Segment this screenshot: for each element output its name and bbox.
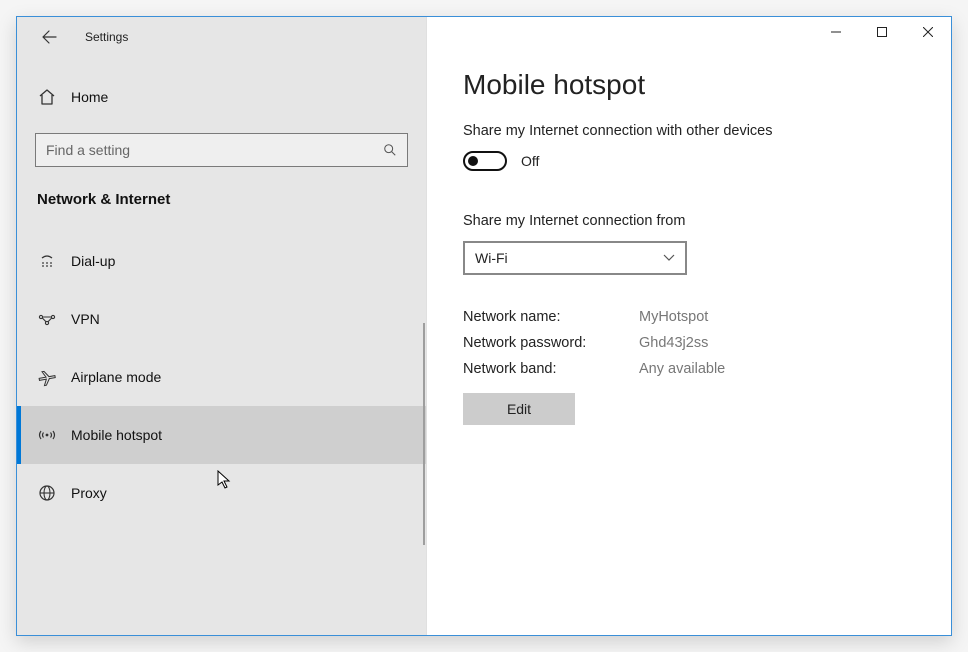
sidebar: Settings Home Network & Internet xyxy=(17,17,427,635)
password-label: Network password: xyxy=(463,335,639,351)
nav-list: Dial-up VPN xyxy=(17,232,426,522)
info-row-password: Network password: Ghd43j2ss xyxy=(463,335,951,351)
titlebar: Settings xyxy=(17,17,426,57)
scroll-indicator xyxy=(423,323,425,545)
network-info: Network name: MyHotspot Network password… xyxy=(463,309,951,425)
sidebar-item-mobile-hotspot[interactable]: Mobile hotspot xyxy=(17,406,426,464)
nav-label: Proxy xyxy=(71,485,107,501)
nav-label: VPN xyxy=(71,311,100,327)
dial-up-icon xyxy=(37,251,57,271)
edit-button[interactable]: Edit xyxy=(463,393,575,425)
sidebar-item-vpn[interactable]: VPN xyxy=(17,290,426,348)
sidebar-item-airplane-mode[interactable]: Airplane mode xyxy=(17,348,426,406)
info-row-band: Network band: Any available xyxy=(463,361,951,377)
band-value: Any available xyxy=(639,361,725,377)
home-icon xyxy=(37,87,57,107)
name-label: Network name: xyxy=(463,309,639,325)
nav-label: Mobile hotspot xyxy=(71,427,162,443)
password-value: Ghd43j2ss xyxy=(639,335,708,351)
proxy-icon xyxy=(37,483,57,503)
share-heading: Share my Internet connection with other … xyxy=(463,123,951,139)
share-toggle[interactable] xyxy=(463,151,507,171)
settings-window: Settings Home Network & Internet xyxy=(16,16,952,636)
vpn-icon xyxy=(37,309,57,329)
airplane-icon xyxy=(37,367,57,387)
minimize-icon xyxy=(831,27,841,37)
page-title: Mobile hotspot xyxy=(463,69,951,101)
search-icon xyxy=(383,143,397,157)
toggle-row: Off xyxy=(463,151,951,171)
back-button[interactable] xyxy=(39,27,59,47)
share-from-select[interactable]: Wi-Fi xyxy=(463,241,687,275)
search-input[interactable] xyxy=(46,142,383,158)
window-title: Settings xyxy=(85,30,128,44)
home-label: Home xyxy=(71,89,108,105)
sidebar-item-dial-up[interactable]: Dial-up xyxy=(17,232,426,290)
toggle-state-label: Off xyxy=(521,153,539,169)
share-from-value: Wi-Fi xyxy=(475,250,508,266)
maximize-icon xyxy=(877,27,887,37)
maximize-button[interactable] xyxy=(859,17,905,47)
name-value: MyHotspot xyxy=(639,309,708,325)
nav-label: Airplane mode xyxy=(71,369,161,385)
back-arrow-icon xyxy=(41,29,57,45)
window-controls xyxy=(813,17,951,47)
info-row-name: Network name: MyHotspot xyxy=(463,309,951,325)
band-label: Network band: xyxy=(463,361,639,377)
toggle-knob xyxy=(468,156,478,166)
search-box[interactable] xyxy=(35,133,408,167)
close-button[interactable] xyxy=(905,17,951,47)
main-panel: Mobile hotspot Share my Internet connect… xyxy=(427,17,951,635)
chevron-down-icon xyxy=(663,254,675,262)
nav-label: Dial-up xyxy=(71,253,115,269)
home-nav[interactable]: Home xyxy=(17,75,426,119)
sidebar-item-proxy[interactable]: Proxy xyxy=(17,464,426,522)
minimize-button[interactable] xyxy=(813,17,859,47)
section-header: Network & Internet xyxy=(17,167,426,208)
share-from-heading: Share my Internet connection from xyxy=(463,213,951,229)
close-icon xyxy=(923,27,933,37)
hotspot-icon xyxy=(37,425,57,445)
content: Mobile hotspot Share my Internet connect… xyxy=(427,17,951,425)
